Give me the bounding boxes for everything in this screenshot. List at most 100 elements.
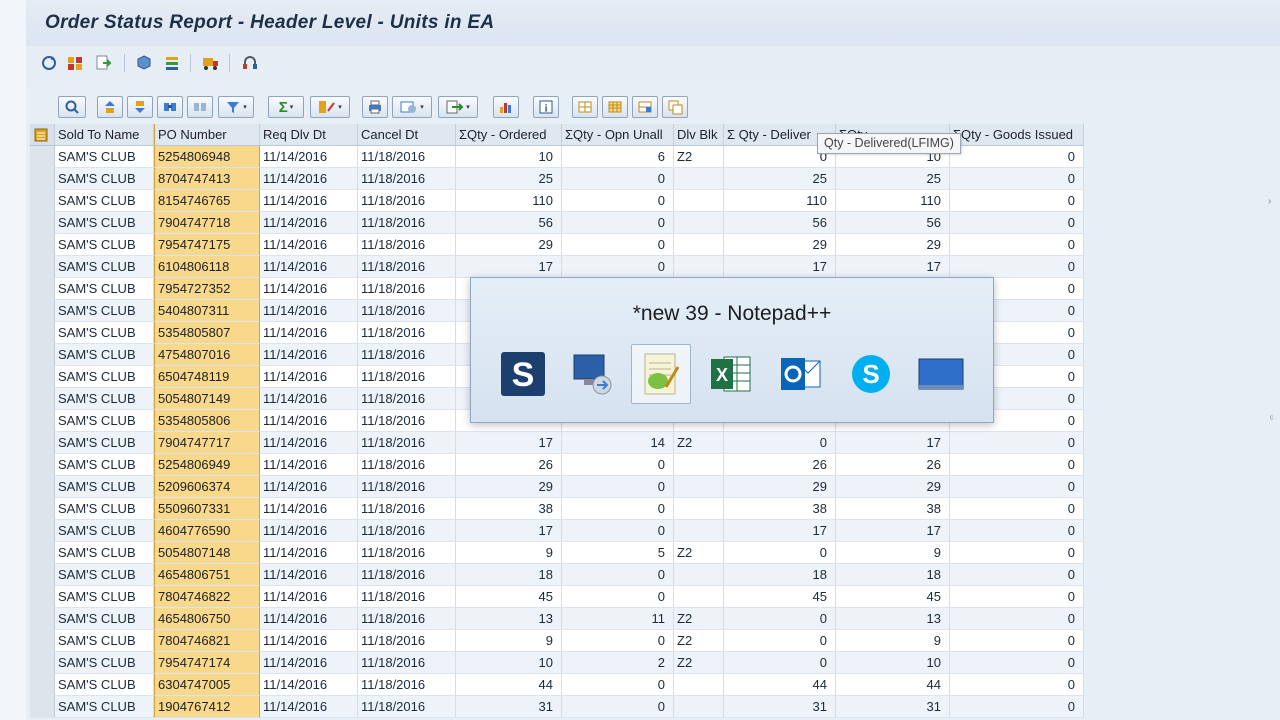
row-selector[interactable] (30, 322, 55, 344)
cell-po[interactable]: 7904747718 (154, 212, 260, 234)
row-selector[interactable] (30, 564, 55, 586)
column-select-all[interactable] (30, 124, 55, 146)
cell-gi: 0 (950, 696, 1084, 718)
row-selector[interactable] (30, 410, 55, 432)
cell-po[interactable]: 5509607331 (154, 498, 260, 520)
cell-po[interactable]: 7954727352 (154, 278, 260, 300)
refresh-icon[interactable] (39, 53, 59, 73)
cell-po[interactable]: 4754807016 (154, 344, 260, 366)
layout-save-icon[interactable] (632, 96, 658, 118)
remote-desktop-icon[interactable] (563, 344, 623, 404)
layout-select-icon[interactable] (572, 96, 598, 118)
subtotal-icon[interactable]: ▾ (310, 96, 350, 118)
chart-icon[interactable] (493, 96, 519, 118)
row-selector[interactable] (30, 608, 55, 630)
col-header-qty-open-unall[interactable]: ΣQty - Opn Unall (562, 124, 674, 146)
row-selector[interactable] (30, 366, 55, 388)
row-selector[interactable] (30, 212, 55, 234)
cell-ordered: 45 (456, 586, 562, 608)
cell-po[interactable]: 5209606374 (154, 476, 260, 498)
col-header-dlv-blk[interactable]: Dlv Blk (674, 124, 724, 146)
row-selector[interactable] (30, 454, 55, 476)
row-selector[interactable] (30, 498, 55, 520)
row-selector[interactable] (30, 234, 55, 256)
chart-icon[interactable] (65, 53, 85, 73)
cell-po[interactable]: 5254806949 (154, 454, 260, 476)
cell-po[interactable]: 8154746765 (154, 190, 260, 212)
row-selector[interactable] (30, 586, 55, 608)
headset-icon[interactable] (240, 53, 260, 73)
cell-po[interactable]: 6304747005 (154, 674, 260, 696)
cell-po[interactable]: 5404807311 (154, 300, 260, 322)
skype-icon[interactable]: S (841, 344, 901, 404)
cell-po[interactable]: 1904767412 (154, 696, 260, 718)
row-selector[interactable] (30, 630, 55, 652)
row-selector[interactable] (30, 432, 55, 454)
snagit-editor-icon[interactable]: S (493, 344, 553, 404)
sum-icon[interactable]: Σ ▾ (268, 96, 304, 118)
cell-po[interactable]: 7904747717 (154, 432, 260, 454)
export-icon[interactable] (93, 53, 113, 73)
cell-po[interactable]: 8704747413 (154, 168, 260, 190)
cell-po[interactable]: 7954747174 (154, 652, 260, 674)
row-selector[interactable] (30, 652, 55, 674)
row-selector[interactable] (30, 520, 55, 542)
layout-grid-icon[interactable] (602, 96, 628, 118)
row-selector[interactable] (30, 278, 55, 300)
cell-po[interactable]: 5254806948 (154, 146, 260, 168)
toolbar-separator (124, 54, 125, 72)
row-selector[interactable] (30, 674, 55, 696)
col-header-qty-goods-issued[interactable]: ΣQty - Goods Issued (950, 124, 1084, 146)
excel-icon[interactable]: X (701, 344, 761, 404)
desktop-icon[interactable] (911, 344, 971, 404)
cell-gi: 0 (950, 190, 1084, 212)
row-selector[interactable] (30, 344, 55, 366)
row-selector[interactable] (30, 168, 55, 190)
row-selector[interactable] (30, 146, 55, 168)
layers-icon[interactable] (162, 53, 182, 73)
cell-gi: 0 (950, 542, 1084, 564)
col-header-sold-to[interactable]: Sold To Name (55, 124, 154, 146)
row-selector[interactable] (30, 542, 55, 564)
cube-icon[interactable] (134, 53, 154, 73)
cell-po[interactable]: 4654806751 (154, 564, 260, 586)
cell-po[interactable]: 5354805806 (154, 410, 260, 432)
cell-po[interactable]: 5354805807 (154, 322, 260, 344)
row-selector[interactable] (30, 190, 55, 212)
cell-blk: Z2 (674, 652, 724, 674)
cell-po[interactable]: 7804746822 (154, 586, 260, 608)
cell-po[interactable]: 6104806118 (154, 256, 260, 278)
notepad-plus-plus-icon[interactable] (631, 344, 691, 404)
layout-manage-icon[interactable] (662, 96, 688, 118)
col-header-cancel-dt[interactable]: Cancel Dt (358, 124, 456, 146)
find-next-icon[interactable] (187, 96, 213, 118)
find-icon[interactable] (157, 96, 183, 118)
cell-po[interactable]: 4604776590 (154, 520, 260, 542)
row-selector[interactable] (30, 388, 55, 410)
cell-po[interactable]: 5054807148 (154, 542, 260, 564)
row-selector[interactable] (30, 300, 55, 322)
cell-po[interactable]: 4654806750 (154, 608, 260, 630)
sort-descending-icon[interactable] (127, 96, 153, 118)
transport-icon[interactable] (200, 53, 220, 73)
info-icon[interactable]: i (533, 96, 559, 118)
cell-po[interactable]: 5054807149 (154, 388, 260, 410)
cell-sold-to: SAM'S CLUB (55, 586, 154, 608)
col-header-po-number[interactable]: PO Number (154, 124, 260, 146)
cell-po[interactable]: 7954747175 (154, 234, 260, 256)
print-icon[interactable] (362, 96, 388, 118)
row-selector[interactable] (30, 476, 55, 498)
col-header-qty-ordered[interactable]: ΣQty - Ordered (456, 124, 562, 146)
outlook-icon[interactable] (771, 344, 831, 404)
cell-blk: Z2 (674, 608, 724, 630)
row-selector[interactable] (30, 256, 55, 278)
col-header-req-dlv-dt[interactable]: Req Dlv Dt (260, 124, 358, 146)
filter-icon[interactable]: ▾ (218, 96, 254, 118)
views-icon[interactable]: ▾ (392, 96, 432, 118)
row-selector[interactable] (30, 696, 55, 718)
cell-po[interactable]: 7804746821 (154, 630, 260, 652)
export-icon[interactable]: ▾ (438, 96, 478, 118)
cell-po[interactable]: 6504748119 (154, 366, 260, 388)
details-icon[interactable] (58, 96, 86, 118)
sort-ascending-icon[interactable] (97, 96, 123, 118)
